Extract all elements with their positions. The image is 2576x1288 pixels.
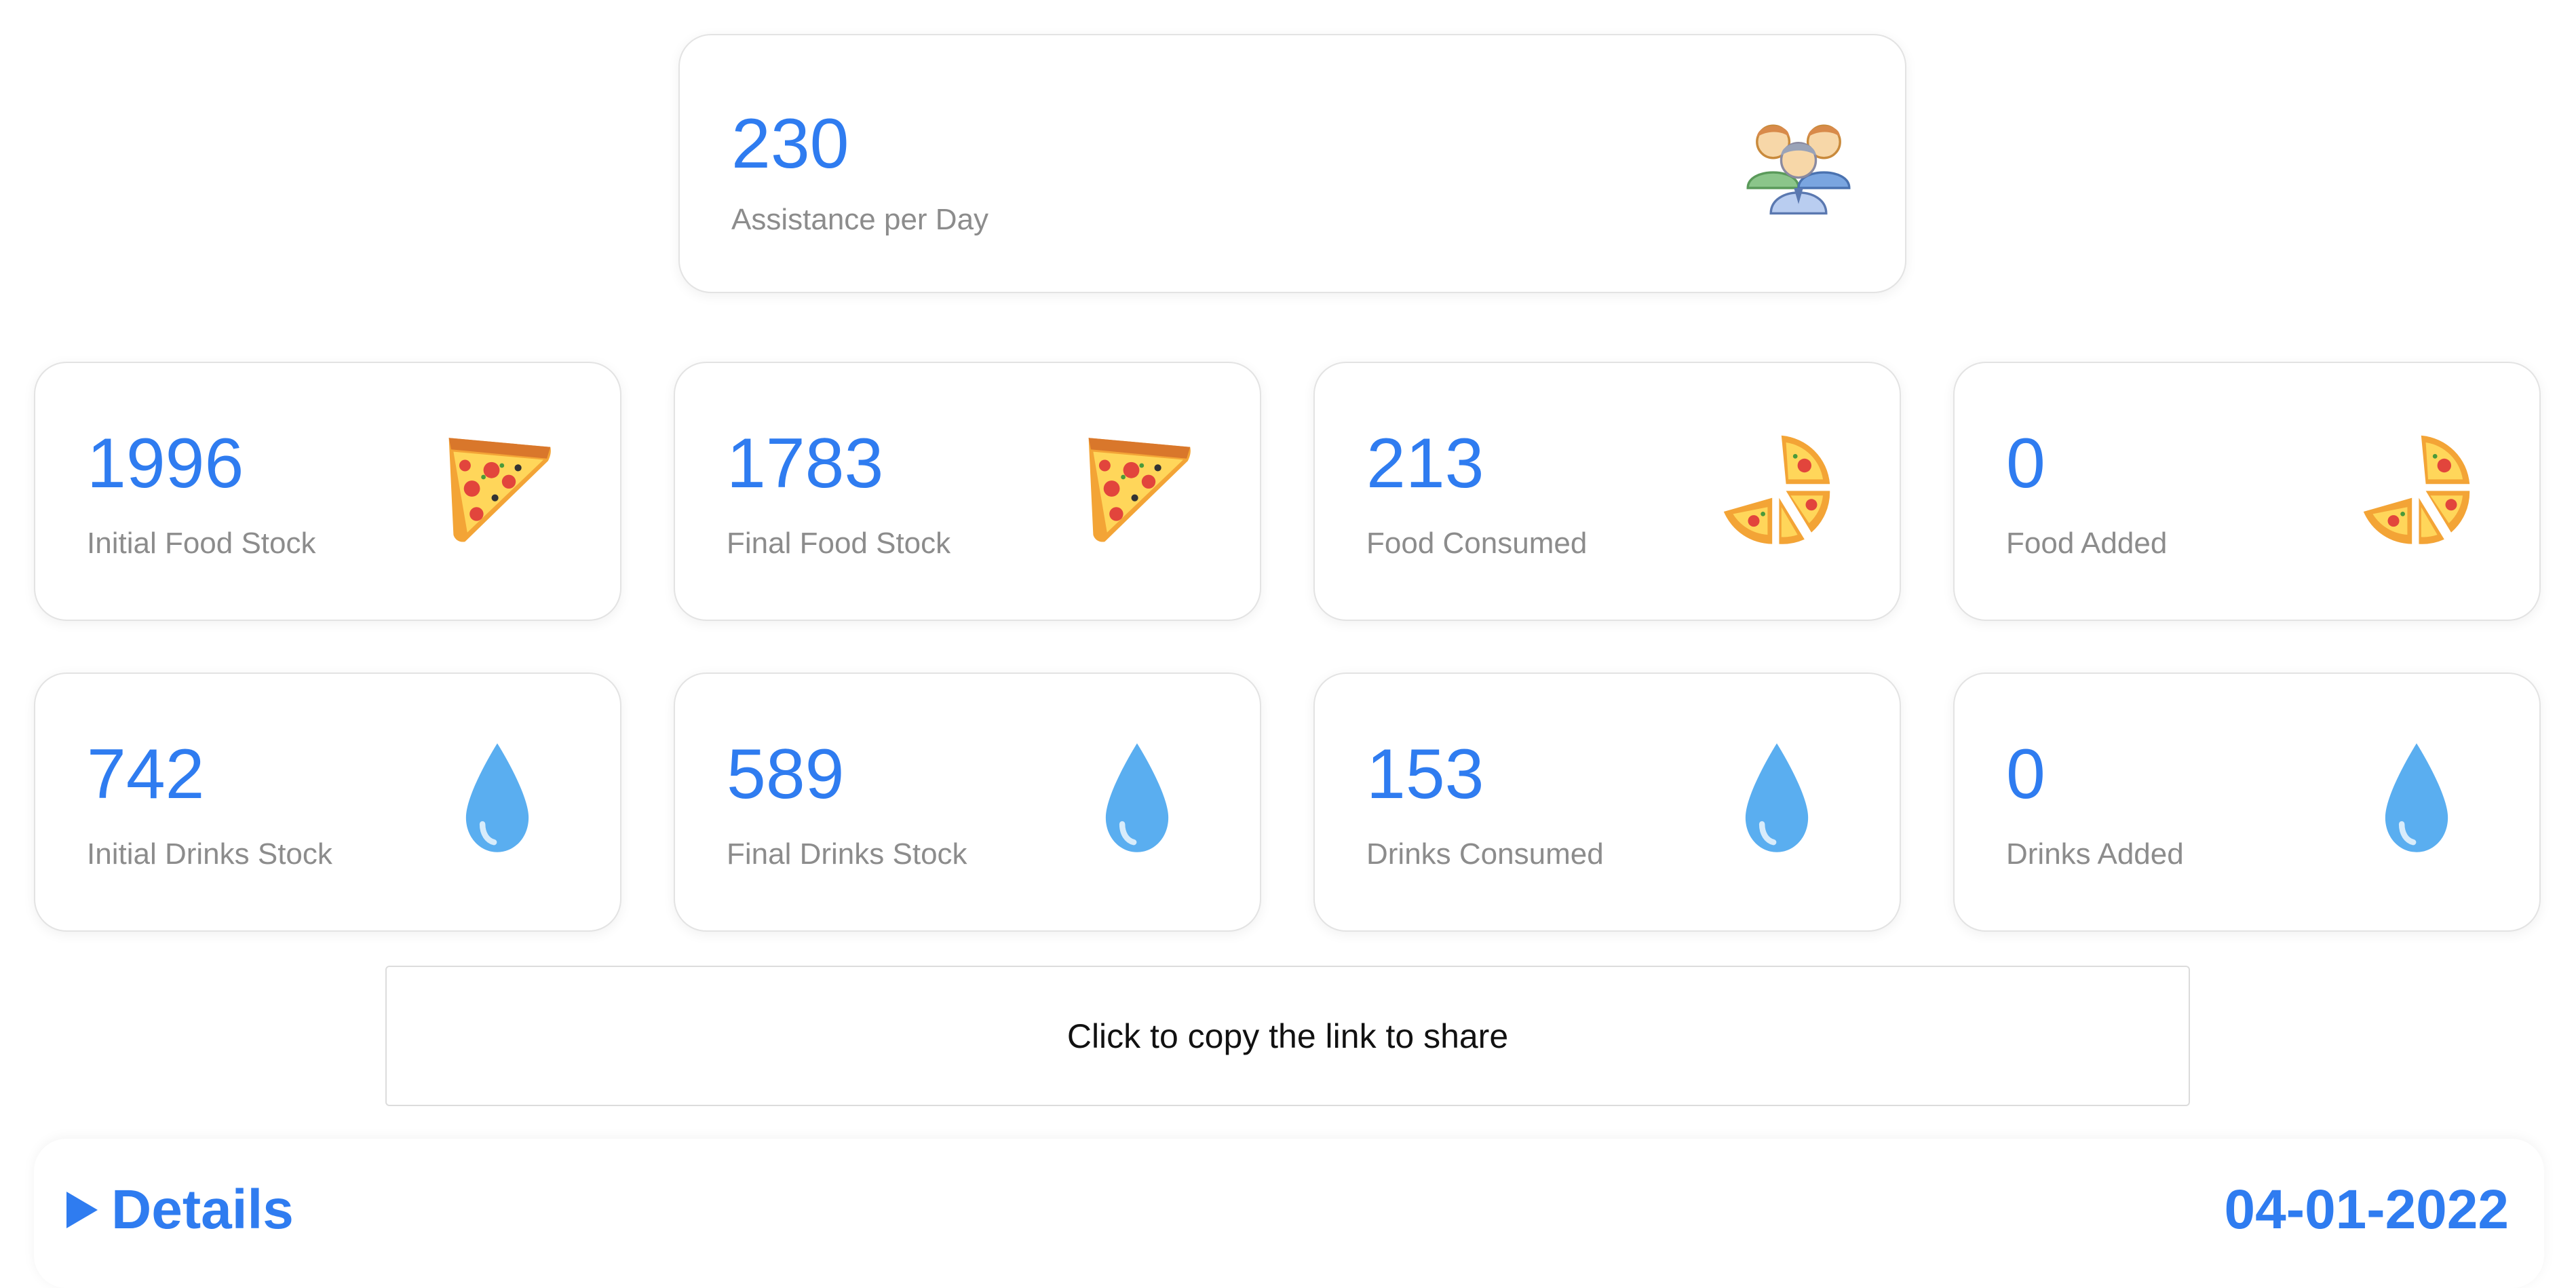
stat-value: 153	[1366, 735, 1484, 814]
assistance-value: 230	[731, 105, 849, 183]
stat-value: 1996	[87, 424, 244, 503]
water-drop-icon	[2359, 742, 2474, 857]
details-title: Details	[111, 1179, 294, 1240]
food-added-card: 0 Food Added	[1953, 362, 2541, 621]
pizza-slice-icon	[440, 431, 555, 546]
stat-label: Final Food Stock	[727, 527, 951, 560]
water-drop-icon	[1719, 742, 1834, 857]
copy-share-link-button[interactable]: Click to copy the link to share	[385, 966, 2190, 1106]
triangle-right-icon	[66, 1192, 98, 1228]
details-toggle[interactable]: Details	[66, 1182, 294, 1238]
details-date: 04-01-2022	[2224, 1179, 2509, 1240]
stat-label: Food Consumed	[1366, 527, 1588, 560]
pizza-pieces-icon	[2359, 431, 2474, 546]
assistance-label: Assistance per Day	[731, 203, 989, 236]
stat-label: Initial Drinks Stock	[87, 837, 332, 871]
stat-label: Food Added	[2006, 527, 2168, 560]
initial-food-stock-card: 1996 Initial Food Stock	[34, 362, 621, 621]
food-consumed-card: 213 Food Consumed	[1313, 362, 1901, 621]
pizza-pieces-icon	[1719, 431, 1834, 546]
water-drop-icon	[440, 742, 555, 857]
stat-value: 589	[727, 735, 845, 814]
stat-value: 0	[2006, 735, 2045, 814]
stat-value: 0	[2006, 424, 2045, 503]
water-drop-icon	[1079, 742, 1195, 857]
stat-value: 213	[1366, 424, 1484, 503]
pizza-slice-icon	[1079, 431, 1195, 546]
assistance-card: 230 Assistance per Day	[678, 34, 1906, 293]
stat-label: Initial Food Stock	[87, 527, 316, 560]
stat-value: 1783	[727, 424, 884, 503]
final-drinks-stock-card: 589 Final Drinks Stock	[674, 673, 1261, 932]
final-food-stock-card: 1783 Final Food Stock	[674, 362, 1261, 621]
stat-label: Final Drinks Stock	[727, 837, 967, 871]
details-panel: Details 04-01-2022	[34, 1139, 2544, 1288]
stat-value: 742	[87, 735, 205, 814]
drinks-added-card: 0 Drinks Added	[1953, 673, 2541, 932]
people-group-icon	[1741, 107, 1856, 223]
stat-label: Drinks Consumed	[1366, 837, 1604, 871]
drinks-consumed-card: 153 Drinks Consumed	[1313, 673, 1901, 932]
initial-drinks-stock-card: 742 Initial Drinks Stock	[34, 673, 621, 932]
stat-label: Drinks Added	[2006, 837, 2184, 871]
